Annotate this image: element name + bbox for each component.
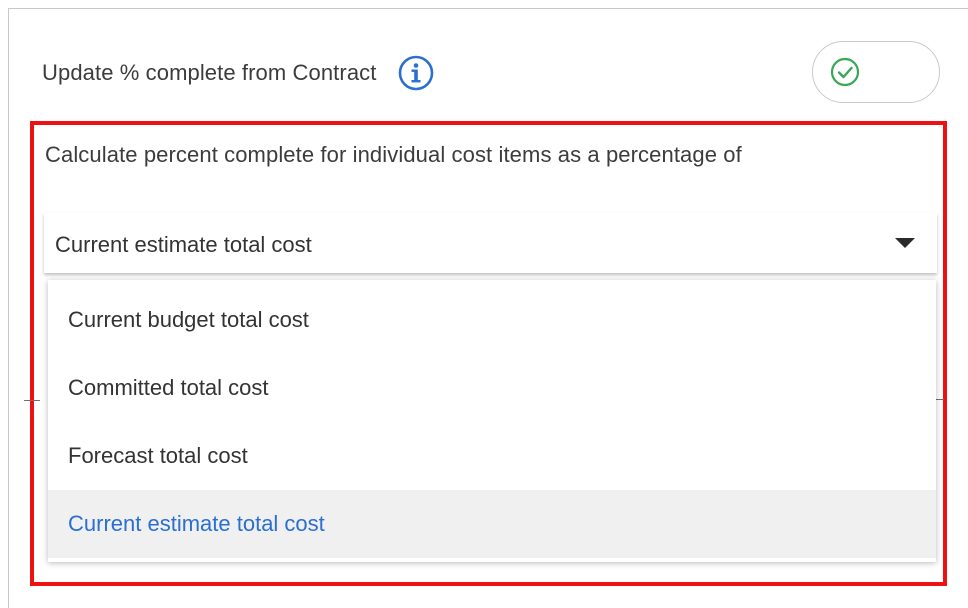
percent-basis-options-menu: Current budget total cost Committed tota… [48, 280, 936, 562]
percent-basis-select[interactable]: Current estimate total cost [44, 213, 937, 273]
select-current-value: Current estimate total cost [55, 232, 312, 257]
divider-tick-right [936, 399, 944, 400]
update-percent-row: Update % complete from Contract [42, 55, 434, 91]
option-label: Committed total cost [68, 375, 269, 400]
info-circle-icon[interactable] [398, 55, 434, 91]
check-circle-icon [829, 56, 861, 88]
update-from-contract-toggle[interactable] [812, 41, 940, 103]
option-forecast-total-cost[interactable]: Forecast total cost [48, 422, 936, 490]
option-committed-total-cost[interactable]: Committed total cost [48, 354, 936, 422]
caret-down-icon [895, 238, 915, 248]
option-label: Current budget total cost [68, 307, 309, 332]
option-current-estimate-total-cost[interactable]: Current estimate total cost [48, 490, 936, 558]
divider-tick-left [24, 400, 40, 401]
percent-basis-question: Calculate percent complete for individua… [45, 142, 742, 167]
option-label: Forecast total cost [68, 443, 248, 468]
update-percent-label: Update % complete from Contract [42, 60, 377, 85]
option-label: Current estimate total cost [68, 511, 325, 536]
option-current-budget-total-cost[interactable]: Current budget total cost [48, 286, 936, 354]
